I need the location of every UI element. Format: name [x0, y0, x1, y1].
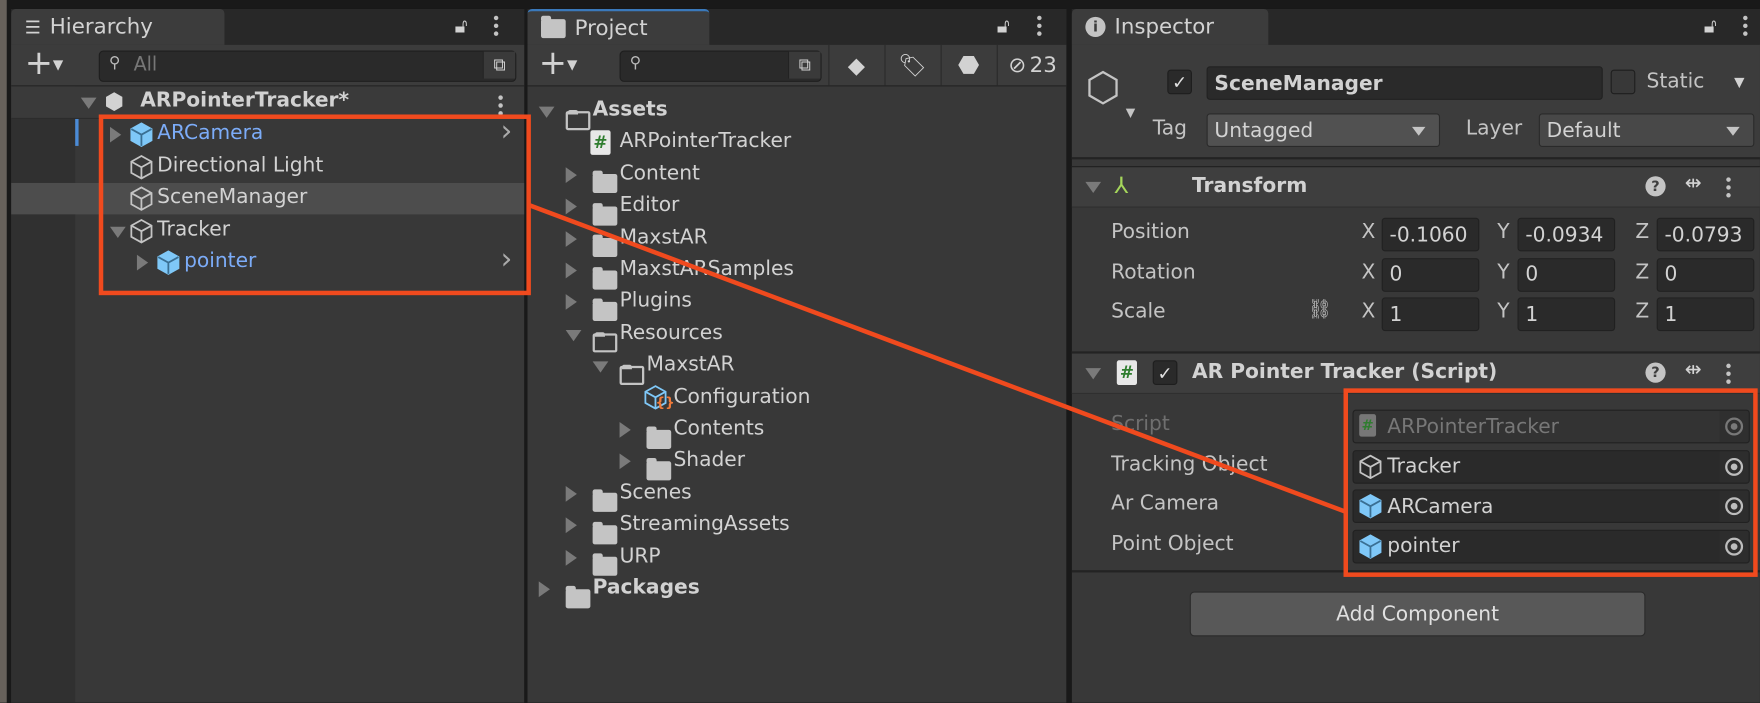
inspector-highlight-box: [1343, 388, 1758, 577]
connector-line: [528, 203, 1347, 514]
annotation-overlay: [98, 114, 1758, 577]
hierarchy-highlight-box: [98, 114, 531, 296]
